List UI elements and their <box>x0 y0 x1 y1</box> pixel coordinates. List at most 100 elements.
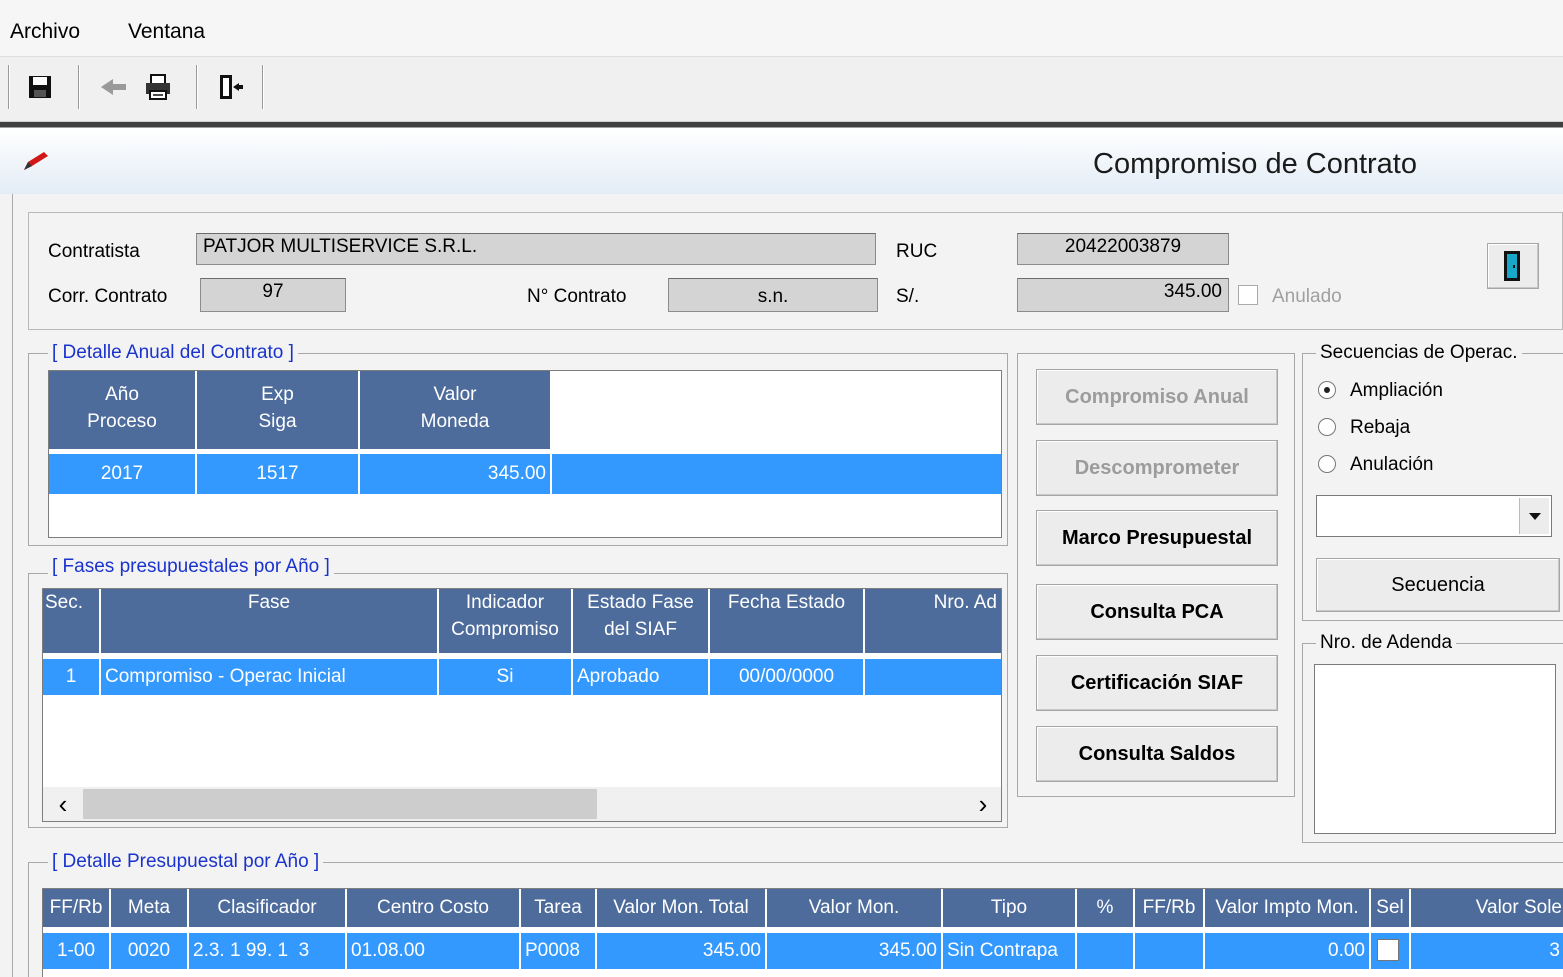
radio-anulacion-label: Anulación <box>1350 454 1434 475</box>
col-indicador-compromiso[interactable]: Indicador Compromiso <box>439 589 573 655</box>
anulado-label: Anulado <box>1272 286 1342 307</box>
menu-ventana[interactable]: Ventana <box>128 20 205 44</box>
col-valor-soles[interactable]: Valor Sole <box>1411 889 1563 929</box>
save-button[interactable] <box>22 69 58 105</box>
col-tarea[interactable]: Tarea <box>521 889 597 929</box>
col-centro-costo[interactable]: Centro Costo <box>347 889 521 929</box>
col-anio-proceso[interactable]: Año Proceso <box>49 371 197 451</box>
cell-ffrb[interactable]: 1-00 <box>43 933 111 969</box>
toolbar-separator <box>196 65 198 109</box>
exit-window-button[interactable] <box>1487 243 1539 289</box>
certificacion-siaf-button[interactable]: Certificación SIAF <box>1036 655 1278 711</box>
ruc-label: RUC <box>896 241 938 262</box>
print-button[interactable] <box>140 69 176 105</box>
cell-valor-impto[interactable]: 0.00 <box>1205 933 1371 969</box>
cell-estado[interactable]: Aprobado <box>573 659 710 695</box>
print-icon <box>146 74 170 100</box>
cell-meta[interactable]: 0020 <box>111 933 189 969</box>
col-valor-moneda[interactable]: Valor Moneda <box>360 371 552 451</box>
detalle-presupuestal-title: [ Detalle Presupuestal por Año ] <box>48 851 324 873</box>
pencil-icon <box>22 150 50 178</box>
col-ffrb-2[interactable]: FF/Rb <box>1135 889 1205 929</box>
toolbar <box>0 56 1563 122</box>
exit-door-icon <box>220 75 243 99</box>
cell-sel <box>1371 933 1411 969</box>
toolbar-separator <box>262 65 264 109</box>
col-sel[interactable]: Sel <box>1371 889 1411 929</box>
col-valor-mon-total[interactable]: Valor Mon. Total <box>597 889 767 929</box>
cell-valor-soles[interactable]: 3 <box>1411 933 1563 969</box>
menu-archivo[interactable]: Archivo <box>10 20 80 44</box>
soles-field[interactable]: 345.00 <box>1017 278 1229 312</box>
col-sec[interactable]: Sec. <box>43 589 101 655</box>
cell-tarea[interactable]: P0008 <box>521 933 597 969</box>
window-title: Compromiso de Contrato <box>1093 148 1417 180</box>
cell-fecha[interactable]: 00/00/0000 <box>710 659 865 695</box>
scroll-right-icon[interactable]: › <box>971 787 995 821</box>
col-valor-mon[interactable]: Valor Mon. <box>767 889 943 929</box>
toolbar-separator <box>78 65 80 109</box>
fases-title: [ Fases presupuestales por Año ] <box>48 556 334 578</box>
cell-centro-costo[interactable]: 01.08.00 <box>347 933 521 969</box>
cell-valor-mon-total[interactable]: 345.00 <box>597 933 767 969</box>
cell-porcentaje[interactable] <box>1077 933 1135 969</box>
detalle-anual-grid: Año Proceso Exp Siga Valor Moneda 2017 1… <box>48 370 1002 538</box>
col-meta[interactable]: Meta <box>111 889 189 929</box>
contract-header-panel <box>28 212 1563 330</box>
radio-ampliacion[interactable] <box>1318 381 1336 399</box>
col-clasificador[interactable]: Clasificador <box>189 889 347 929</box>
scroll-left-icon[interactable]: ‹ <box>51 787 75 821</box>
col-porcentaje[interactable]: % <box>1077 889 1135 929</box>
ruc-field[interactable]: 20422003879 <box>1017 233 1229 265</box>
back-icon <box>101 79 126 95</box>
contratista-label: Contratista <box>48 241 140 262</box>
consulta-pca-button[interactable]: Consulta PCA <box>1036 584 1278 640</box>
cell-tipo[interactable]: Sin Contrapa <box>943 933 1077 969</box>
cell-valor[interactable]: 345.00 <box>360 454 552 494</box>
soles-label: S/. <box>896 286 920 307</box>
col-fecha-estado[interactable]: Fecha Estado <box>710 589 865 655</box>
secuencia-dropdown[interactable] <box>1316 495 1552 537</box>
exit-button[interactable] <box>212 69 248 105</box>
cell-nro-adenda[interactable] <box>865 659 1001 695</box>
radio-anulacion[interactable] <box>1318 455 1336 473</box>
secuencia-button[interactable]: Secuencia <box>1316 558 1560 612</box>
consulta-saldos-button[interactable]: Consulta Saldos <box>1036 726 1278 782</box>
cell-ffrb-2[interactable] <box>1135 933 1205 969</box>
secuencias-title: Secuencias de Operac. <box>1316 342 1522 364</box>
menu-bar: Archivo Ventana <box>0 0 1563 56</box>
save-icon <box>29 76 51 98</box>
fases-grid: Sec. Fase Indicador Compromiso Estado Fa… <box>42 588 1002 822</box>
cell-valor-mon[interactable]: 345.00 <box>767 933 943 969</box>
descomprometer-button[interactable]: Descomprometer <box>1036 440 1278 496</box>
cell-exp[interactable]: 1517 <box>197 454 360 494</box>
col-nro-adenda[interactable]: Nro. Ad <box>865 589 1001 655</box>
toolbar-grip <box>8 65 10 109</box>
radio-rebaja[interactable] <box>1318 418 1336 436</box>
adenda-title: Nro. de Adenda <box>1316 632 1457 654</box>
back-button[interactable] <box>96 69 132 105</box>
detalle-presupuestal-grid: FF/Rb Meta Clasificador Centro Costo Tar… <box>42 888 1563 977</box>
exit-door-icon <box>1504 251 1520 281</box>
contratista-field[interactable]: PATJOR MULTISERVICE S.R.L. <box>196 233 876 265</box>
col-fase[interactable]: Fase <box>101 589 439 655</box>
sel-checkbox[interactable] <box>1377 939 1399 961</box>
scrollbar-thumb[interactable] <box>83 789 597 819</box>
col-ffrb[interactable]: FF/Rb <box>43 889 111 929</box>
marco-presupuestal-button[interactable]: Marco Presupuestal <box>1036 510 1278 566</box>
cell-sec[interactable]: 1 <box>43 659 101 695</box>
col-exp-siga[interactable]: Exp Siga <box>197 371 360 451</box>
chevron-down-icon[interactable] <box>1519 498 1549 534</box>
col-estado-fase[interactable]: Estado Fase del SIAF <box>573 589 710 655</box>
adenda-listbox[interactable] <box>1314 664 1556 834</box>
col-tipo[interactable]: Tipo <box>943 889 1077 929</box>
cell-indicador[interactable]: Si <box>439 659 573 695</box>
nro-contrato-field[interactable]: s.n. <box>668 278 878 312</box>
anulado-checkbox[interactable] <box>1238 285 1258 305</box>
cell-fase[interactable]: Compromiso - Operac Inicial <box>101 659 439 695</box>
compromiso-anual-button[interactable]: Compromiso Anual <box>1036 369 1278 425</box>
col-valor-impto-mon[interactable]: Valor Impto Mon. <box>1205 889 1371 929</box>
cell-anio[interactable]: 2017 <box>49 454 197 494</box>
corr-contrato-field[interactable]: 97 <box>200 278 346 312</box>
cell-clasificador[interactable]: 2.3. 1 99. 1 3 <box>189 933 347 969</box>
